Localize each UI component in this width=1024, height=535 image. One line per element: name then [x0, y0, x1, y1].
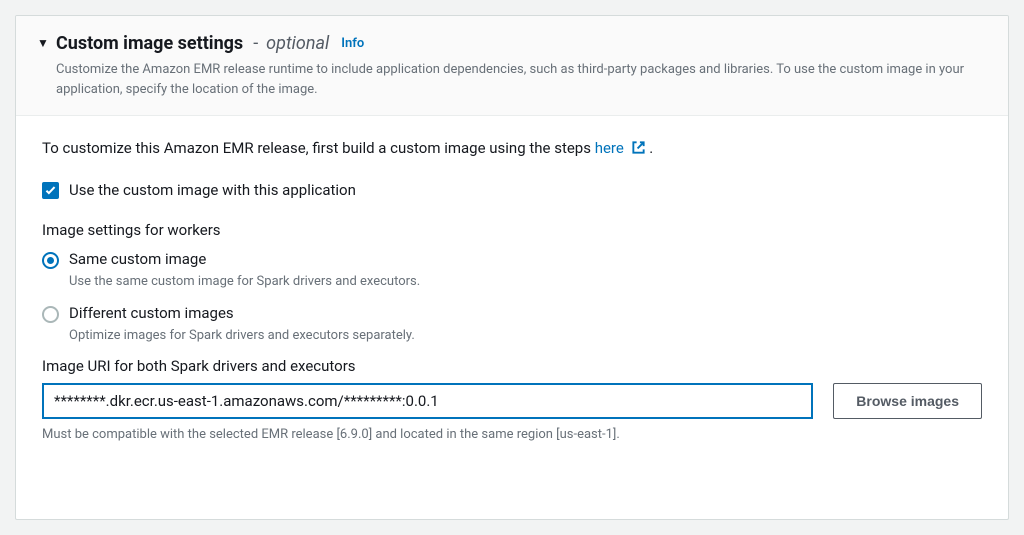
panel-body: To customize this Amazon EMR release, fi…	[16, 116, 1008, 519]
image-uri-hint: Must be compatible with the selected EMR…	[42, 427, 982, 442]
radio-different-option: Different custom images Optimize images …	[42, 303, 982, 343]
panel-title: Custom image settings	[56, 33, 243, 54]
instruction-prefix: To customize this Amazon EMR release, fi…	[42, 139, 595, 157]
docs-link-text: here	[595, 139, 624, 157]
radio-same[interactable]	[42, 252, 59, 269]
image-uri-input[interactable]	[42, 383, 813, 419]
external-link-icon	[631, 140, 646, 155]
radio-same-desc: Use the same custom image for Spark driv…	[69, 274, 420, 289]
check-icon	[44, 184, 57, 197]
browse-images-button[interactable]: Browse images	[833, 383, 982, 419]
collapse-toggle-icon[interactable]: ▼	[36, 36, 50, 50]
radio-different[interactable]	[42, 306, 59, 323]
radio-different-label[interactable]: Different custom images	[69, 303, 415, 324]
panel-title-optional: optional	[266, 33, 329, 54]
image-uri-label: Image URI for both Spark drivers and exe…	[42, 357, 982, 375]
panel-title-dash: -	[253, 33, 258, 54]
info-link[interactable]: Info	[341, 36, 364, 51]
instruction-suffix: .	[649, 139, 653, 157]
use-custom-image-label[interactable]: Use the custom image with this applicati…	[69, 181, 356, 199]
docs-link[interactable]: here	[595, 139, 650, 157]
build-image-instruction: To customize this Amazon EMR release, fi…	[42, 138, 982, 159]
use-custom-image-row: Use the custom image with this applicati…	[42, 181, 982, 199]
radio-same-label[interactable]: Same custom image	[69, 249, 420, 270]
radio-same-option: Same custom image Use the same custom im…	[42, 249, 982, 289]
panel-header: ▼ Custom image settings - optional Info …	[16, 16, 1008, 116]
custom-image-settings-panel: ▼ Custom image settings - optional Info …	[15, 15, 1009, 520]
panel-title-row[interactable]: ▼ Custom image settings - optional Info	[36, 33, 988, 54]
radio-different-desc: Optimize images for Spark drivers and ex…	[69, 328, 415, 343]
use-custom-image-checkbox[interactable]	[42, 182, 59, 199]
image-uri-row: Browse images	[42, 383, 982, 419]
workers-section-label: Image settings for workers	[42, 221, 982, 239]
panel-description: Customize the Amazon EMR release runtime…	[36, 60, 988, 99]
